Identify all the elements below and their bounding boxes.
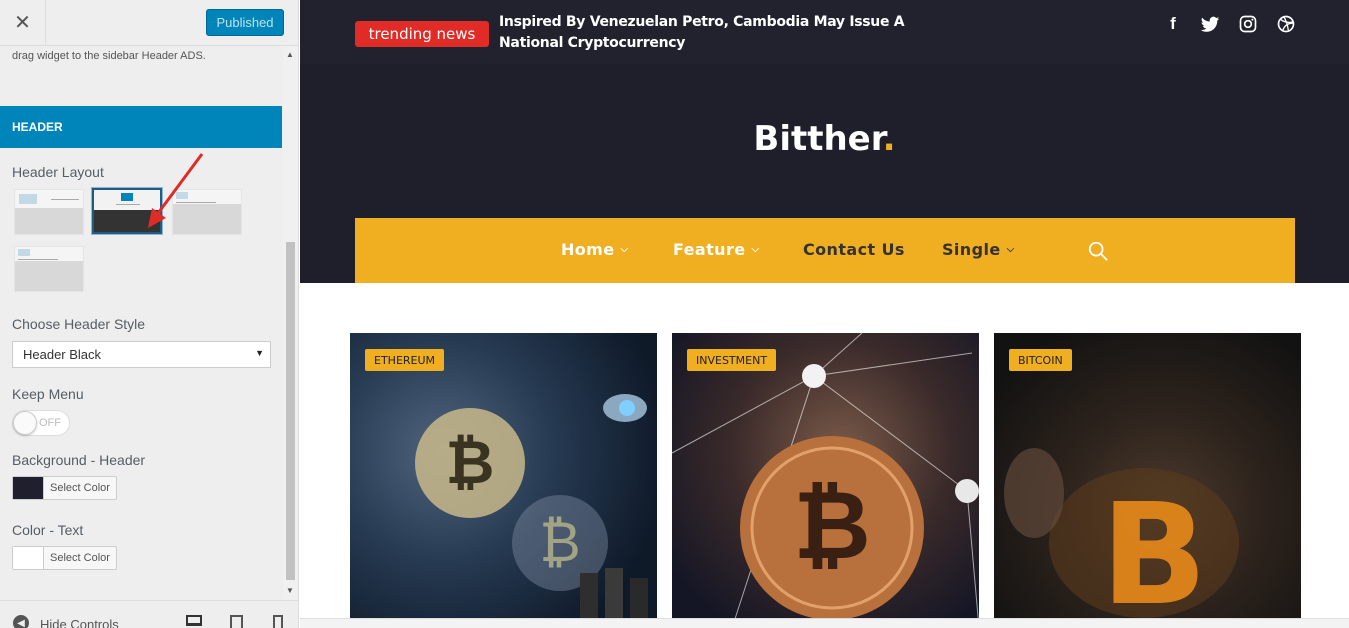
background-header-label: Background - Header xyxy=(12,452,146,468)
facebook-icon[interactable]: f xyxy=(1163,14,1183,34)
header-style-select[interactable]: Header Black ▼ xyxy=(12,341,271,368)
toggle-knob xyxy=(13,411,37,435)
burning-bitcoin-image: B xyxy=(1004,448,1239,628)
category-tag[interactable]: ETHEREUM xyxy=(365,349,445,371)
post-card-bitcoin[interactable]: B BITCOIN xyxy=(994,333,1301,628)
color-swatch xyxy=(13,477,44,499)
twitter-icon[interactable] xyxy=(1200,14,1220,34)
chevron-down-icon: ⌵ xyxy=(751,244,760,255)
section-title-header[interactable]: HEADER xyxy=(0,106,282,148)
trending-news-headline[interactable]: Inspired By Venezuelan Petro, Cambodia M… xyxy=(499,12,929,54)
controls-scroll-area: drag widget to the sidebar Header ADS. H… xyxy=(0,46,282,600)
svg-text:B: B xyxy=(1101,474,1208,628)
scroll-down-arrow-icon[interactable]: ▼ xyxy=(286,586,294,595)
color-swatch xyxy=(13,547,44,569)
select-color-label: Select Color xyxy=(50,482,110,494)
category-tag[interactable]: BITCOIN xyxy=(1009,349,1072,371)
header-layout-label: Header Layout xyxy=(12,164,104,180)
keep-menu-label: Keep Menu xyxy=(12,386,84,402)
red-arrow-annotation xyxy=(148,153,204,228)
chevron-down-icon: ⌵ xyxy=(1006,244,1015,255)
collapse-arrow-icon[interactable]: ◀ xyxy=(13,615,29,628)
choose-header-style-label: Choose Header Style xyxy=(12,316,146,332)
search-icon[interactable] xyxy=(1087,240,1109,262)
site-logo[interactable]: Bitther. xyxy=(300,119,1349,159)
bitcoin-robot-image: ₿ ₿ xyxy=(415,394,648,628)
scrollbar-thumb[interactable] xyxy=(286,242,295,580)
top-bar: trending news Inspired By Venezuelan Pet… xyxy=(300,0,1349,64)
keep-menu-toggle[interactable]: OFF xyxy=(12,410,70,436)
publish-button[interactable]: Published xyxy=(206,9,284,36)
text-color-picker[interactable]: Select Color xyxy=(12,546,117,570)
layout-option-1[interactable] xyxy=(14,189,84,235)
hide-controls-button[interactable]: Hide Controls xyxy=(40,617,119,628)
trending-news-badge: trending news xyxy=(355,21,489,47)
widget-hint-text: drag widget to the sidebar Header ADS. xyxy=(12,50,206,62)
toggle-state-text: OFF xyxy=(39,417,61,429)
site-preview: trending news Inspired By Venezuelan Pet… xyxy=(300,0,1349,628)
desktop-preview-icon[interactable] xyxy=(186,615,202,626)
post-card-investment[interactable]: ₿ INVESTMENT xyxy=(672,333,979,628)
customizer-header: ✕ Published xyxy=(0,0,298,46)
chevron-down-icon: ⌵ xyxy=(620,244,629,255)
svg-text:₿: ₿ xyxy=(539,510,580,575)
nav-item-home[interactable]: Home ⌵ xyxy=(561,240,629,259)
background-header-color-picker[interactable]: Select Color xyxy=(12,476,117,500)
layout-option-4[interactable] xyxy=(14,246,84,292)
customizer-panel: ✕ Published drag widget to the sidebar H… xyxy=(0,0,299,628)
panel-scrollbar[interactable]: ▲ ▼ xyxy=(283,46,298,600)
nav-item-contact-us[interactable]: Contact Us xyxy=(803,240,905,259)
category-tag[interactable]: INVESTMENT xyxy=(687,349,777,371)
close-icon: ✕ xyxy=(14,12,31,34)
dropdown-arrow-icon: ▼ xyxy=(255,348,264,358)
close-button[interactable]: ✕ xyxy=(0,0,46,45)
bitcoin-coin-image: ₿ xyxy=(672,333,979,628)
select-color-label: Select Color xyxy=(50,552,110,564)
post-card-ethereum[interactable]: ₿ ₿ ETHEREUM xyxy=(350,333,657,628)
nav-item-feature[interactable]: Feature ⌵ xyxy=(673,240,760,259)
color-text-label: Color - Text xyxy=(12,522,84,538)
site-header: Bitther. Home ⌵ Feature ⌵ Contact Us Singl… xyxy=(300,64,1349,283)
scroll-up-arrow-icon[interactable]: ▲ xyxy=(286,50,294,59)
svg-text:₿: ₿ xyxy=(793,471,870,581)
nav-item-single[interactable]: Single ⌵ xyxy=(942,240,1015,259)
tablet-preview-icon[interactable] xyxy=(230,615,243,628)
main-navigation: Home ⌵ Feature ⌵ Contact Us Single ⌵ xyxy=(355,218,1295,283)
customizer-footer: ◀ Hide Controls xyxy=(0,600,298,628)
header-style-value: Header Black xyxy=(23,347,102,362)
preview-status-strip xyxy=(300,618,1349,628)
instagram-icon[interactable] xyxy=(1238,14,1258,34)
svg-text:₿: ₿ xyxy=(446,428,495,498)
dribbble-icon[interactable] xyxy=(1276,14,1296,34)
mobile-preview-icon[interactable] xyxy=(273,615,283,628)
